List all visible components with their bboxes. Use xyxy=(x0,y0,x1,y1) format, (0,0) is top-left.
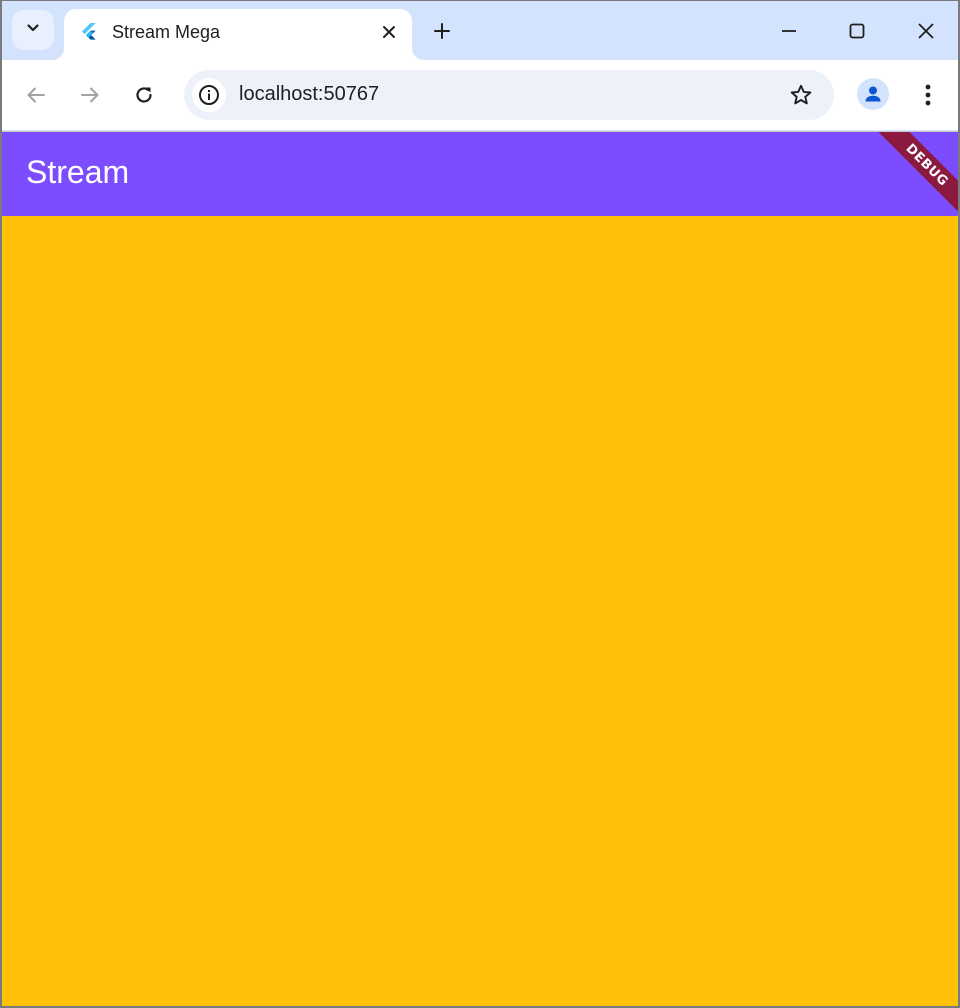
browser-menu-button[interactable] xyxy=(910,75,946,115)
plus-icon xyxy=(434,23,450,39)
forward-button[interactable] xyxy=(70,75,110,115)
person-icon xyxy=(865,86,881,102)
app-viewport: Stream DEBUG xyxy=(2,131,958,1006)
flutter-icon xyxy=(80,22,98,40)
arrow-right-icon xyxy=(81,87,99,103)
minimize-icon xyxy=(782,30,796,32)
reload-icon xyxy=(136,87,152,103)
star-icon xyxy=(790,84,812,105)
url-text[interactable]: localhost:50767 xyxy=(239,83,379,106)
address-bar[interactable]: localhost:50767 xyxy=(184,70,834,120)
page-title: Stream xyxy=(26,154,130,190)
tab-search-button[interactable] xyxy=(12,10,54,50)
more-vert-icon xyxy=(925,84,931,106)
profile-button[interactable] xyxy=(857,78,889,110)
browser-tab[interactable]: Stream Mega xyxy=(64,9,412,60)
close-window-button[interactable] xyxy=(906,11,946,51)
browser-window: Stream Mega localhost:50767 Stream DEBUG xyxy=(0,0,960,1008)
new-tab-button[interactable] xyxy=(426,15,458,47)
close-icon xyxy=(383,26,395,38)
app-bar: Stream xyxy=(2,132,958,216)
debug-banner: DEBUG xyxy=(868,132,958,222)
arrow-left-icon xyxy=(27,87,45,103)
site-info-button[interactable] xyxy=(192,78,226,112)
chevron-down-icon xyxy=(25,20,41,41)
back-button[interactable] xyxy=(16,75,56,115)
info-icon xyxy=(199,85,219,105)
debug-ribbon-label: DEBUG xyxy=(873,132,958,219)
browser-toolbar: localhost:50767 xyxy=(2,60,958,130)
bookmark-button[interactable] xyxy=(788,82,814,108)
tab-title: Stream Mega xyxy=(112,22,221,42)
minimize-button[interactable] xyxy=(769,11,809,51)
close-icon xyxy=(918,23,934,39)
maximize-button[interactable] xyxy=(837,11,877,51)
tab-close-button[interactable] xyxy=(378,21,400,43)
reload-button[interactable] xyxy=(124,75,164,115)
maximize-icon xyxy=(849,23,865,39)
app-body xyxy=(2,216,958,1006)
tab-strip: Stream Mega xyxy=(2,1,958,60)
